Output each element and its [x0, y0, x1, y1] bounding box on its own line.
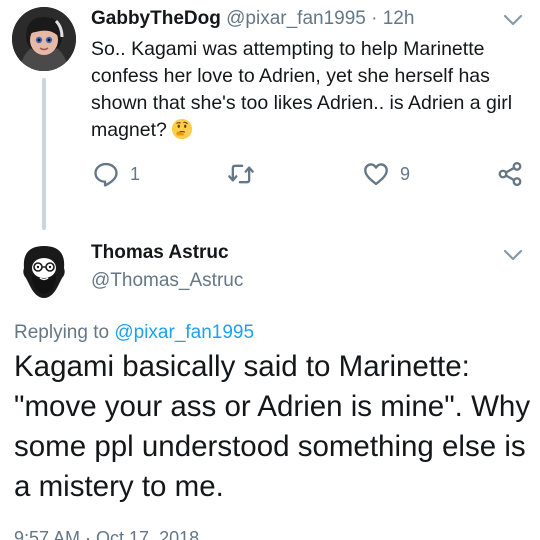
separator-dot: · — [371, 8, 378, 29]
tweet1-text: So.. Kagami was attempting to help Marin… — [91, 36, 531, 144]
tweet-time[interactable]: 12h — [383, 8, 415, 29]
like-button[interactable]: 9 — [362, 160, 410, 188]
share-icon — [498, 161, 522, 187]
tweet1-text-content: So.. Kagami was attempting to help Marin… — [91, 38, 513, 141]
retweet-icon — [228, 164, 254, 184]
replying-to-mention[interactable]: @pixar_fan1995 — [114, 322, 254, 343]
replying-to-label: Replying to — [14, 322, 110, 343]
display-name[interactable]: Thomas Astruc — [91, 242, 229, 264]
user-handle[interactable]: @Thomas_Astruc — [91, 270, 243, 292]
thread-line — [42, 78, 46, 230]
avatar-image — [12, 7, 76, 71]
tweet1-header: GabbyTheDog @pixar_fan1995 · 12h — [91, 8, 414, 30]
avatar-gabbythedog[interactable] — [12, 7, 76, 71]
reply-button[interactable]: 1 — [92, 160, 140, 188]
user-handle[interactable]: @pixar_fan1995 — [226, 8, 366, 29]
tweet1-actions: 1 9 — [92, 160, 532, 192]
replying-to-line: Replying to @pixar_fan1995 — [14, 322, 254, 344]
like-icon — [364, 163, 388, 186]
reply-count: 1 — [130, 163, 141, 184]
tweet2-text: Kagami basically said to Marinette: "mov… — [14, 350, 531, 503]
chevron-down-icon[interactable] — [502, 13, 524, 27]
chevron-down-icon[interactable] — [502, 248, 524, 262]
display-name[interactable]: GabbyTheDog — [91, 8, 221, 29]
avatar-thomas-astruc[interactable] — [12, 238, 76, 302]
like-count: 9 — [400, 163, 411, 184]
thinking-face-icon — [171, 118, 192, 140]
reply-icon — [94, 162, 118, 187]
retweet-button[interactable] — [227, 160, 255, 188]
avatar-image — [12, 238, 76, 302]
share-button[interactable] — [496, 160, 524, 188]
tweet2-timestamp[interactable]: 9:57 AM · Oct 17, 2018 — [14, 528, 199, 540]
